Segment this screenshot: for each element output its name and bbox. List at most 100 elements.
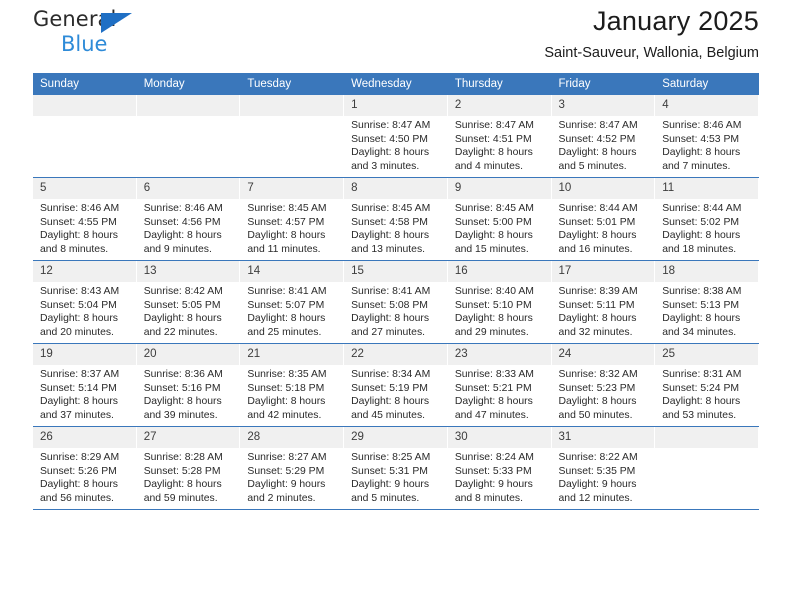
- calendar-day-cell[interactable]: 27 Sunrise: 8:28 AM Sunset: 5:28 PM Dayligh…: [136, 426, 241, 509]
- logo-triangle-icon: [101, 13, 132, 33]
- day-details: Sunrise: 8:39 AM Sunset: 5:11 PM Daylight:…: [552, 282, 656, 339]
- day-details: Sunrise: 8:31 AM Sunset: 5:24 PM Daylight:…: [655, 365, 759, 422]
- sunset-text: Sunset: 5:04 PM: [40, 299, 117, 311]
- day-number: 24: [551, 344, 656, 365]
- calendar-day-cell[interactable]: 25 Sunrise: 8:31 AM Sunset: 5:24 PM Dayligh…: [655, 343, 759, 427]
- daylight-text-line2: and 34 minutes.: [662, 326, 737, 338]
- daylight-text-line2: and 56 minutes.: [40, 492, 114, 504]
- calendar-day-cell[interactable]: 31 Sunrise: 8:22 AM Sunset: 5:35 PM Dayligh…: [551, 426, 656, 509]
- sunset-text: Sunset: 5:14 PM: [40, 382, 117, 394]
- weekday-header-saturday: Saturday: [655, 73, 759, 95]
- day-number: 8: [344, 178, 448, 199]
- calendar-day-cell[interactable]: 19 Sunrise: 8:37 AM Sunset: 5:14 PM Dayligh…: [33, 343, 137, 427]
- calendar-day-cell[interactable]: 1 Sunrise: 8:47 AM Sunset: 4:50 PM Daylight…: [344, 95, 448, 178]
- page-subtitle: Saint-Sauveur, Wallonia, Belgium: [544, 45, 759, 61]
- day-details: Sunrise: 8:45 AM Sunset: 5:00 PM Daylight:…: [448, 199, 552, 256]
- day-details: Sunrise: 8:32 AM Sunset: 5:23 PM Daylight:…: [552, 365, 656, 422]
- weekday-header-wednesday: Wednesday: [344, 73, 448, 95]
- day-details: Sunrise: 8:34 AM Sunset: 5:19 PM Daylight:…: [344, 365, 448, 422]
- calendar-day-cell[interactable]: 28 Sunrise: 8:27 AM Sunset: 5:29 PM Dayligh…: [240, 426, 345, 509]
- daylight-text-line1: Daylight: 8 hours: [351, 230, 430, 242]
- daylight-text-line2: and 4 minutes.: [454, 160, 523, 172]
- day-details: Sunrise: 8:45 AM Sunset: 4:57 PM Daylight:…: [240, 199, 344, 256]
- calendar-day-cell[interactable]: 2 Sunrise: 8:47 AM Sunset: 4:51 PM Daylight…: [447, 95, 552, 178]
- day-details: Sunrise: 8:29 AM Sunset: 5:26 PM Daylight:…: [33, 448, 137, 505]
- calendar-day-cell[interactable]: 5 Sunrise: 8:46 AM Sunset: 4:55 PM Daylight…: [33, 177, 137, 261]
- daylight-text-line1: Daylight: 8 hours: [40, 313, 118, 325]
- day-details: Sunrise: 8:27 AM Sunset: 5:29 PM Daylight:…: [240, 448, 344, 505]
- calendar-day-cell[interactable]: 30 Sunrise: 8:24 AM Sunset: 5:33 PM Dayligh…: [447, 426, 552, 509]
- day-details: Sunrise: 8:41 AM Sunset: 5:07 PM Daylight:…: [240, 282, 344, 339]
- calendar-day-cell[interactable]: 24 Sunrise: 8:32 AM Sunset: 5:23 PM Dayligh…: [551, 343, 656, 427]
- sunrise-text: Sunrise: 8:22 AM: [558, 452, 638, 463]
- calendar-day-cell[interactable]: 6 Sunrise: 8:46 AM Sunset: 4:56 PM Daylight…: [136, 177, 241, 261]
- day-number: 19: [33, 344, 137, 365]
- calendar-day-cell[interactable]: 20 Sunrise: 8:36 AM Sunset: 5:16 PM Dayligh…: [136, 343, 241, 427]
- daylight-text-line2: and 47 minutes.: [454, 409, 529, 421]
- sunrise-text: Sunrise: 8:38 AM: [662, 286, 742, 297]
- page-title: January 2025: [592, 6, 759, 36]
- calendar-day-cell-empty: [240, 95, 345, 178]
- calendar-day-cell[interactable]: 3 Sunrise: 8:47 AM Sunset: 4:52 PM Daylight…: [551, 95, 656, 178]
- calendar-day-cell[interactable]: 29 Sunrise: 8:25 AM Sunset: 5:31 PM Dayligh…: [344, 426, 448, 509]
- sunrise-text: Sunrise: 8:41 AM: [247, 286, 327, 297]
- sunrise-text: Sunrise: 8:31 AM: [662, 369, 742, 380]
- sunset-text: Sunset: 4:52 PM: [558, 133, 636, 145]
- day-details: Sunrise: 8:41 AM Sunset: 5:08 PM Daylight:…: [344, 282, 448, 339]
- calendar-day-cell[interactable]: 21 Sunrise: 8:35 AM Sunset: 5:18 PM Dayligh…: [240, 343, 345, 427]
- daylight-text-line2: and 5 minutes.: [558, 160, 627, 172]
- day-details: Sunrise: 8:35 AM Sunset: 5:18 PM Daylight:…: [240, 365, 344, 422]
- daylight-text-line1: Daylight: 8 hours: [247, 396, 326, 408]
- sunrise-text: Sunrise: 8:45 AM: [351, 203, 431, 214]
- day-details: Sunrise: 8:46 AM Sunset: 4:55 PM Daylight:…: [33, 199, 137, 256]
- daylight-text-line2: and 8 minutes.: [454, 492, 523, 504]
- calendar-day-cell[interactable]: 14 Sunrise: 8:41 AM Sunset: 5:07 PM Dayligh…: [240, 260, 345, 344]
- sunset-text: Sunset: 5:01 PM: [558, 216, 636, 228]
- calendar-week-row: 12 Sunrise: 8:43 AM Sunset: 5:04 PM Dayligh…: [33, 260, 759, 344]
- day-number: 13: [136, 261, 241, 282]
- sunrise-text: Sunrise: 8:44 AM: [558, 203, 638, 214]
- daylight-text-line1: Daylight: 8 hours: [454, 147, 533, 159]
- general-blue-logo[interactable]: General Blue: [33, 7, 153, 59]
- calendar-day-cell[interactable]: 16 Sunrise: 8:40 AM Sunset: 5:10 PM Dayligh…: [447, 260, 552, 344]
- day-number: 18: [655, 261, 759, 282]
- sunrise-text: Sunrise: 8:28 AM: [143, 452, 223, 463]
- sunrise-text: Sunrise: 8:41 AM: [351, 286, 431, 297]
- daylight-text-line2: and 25 minutes.: [247, 326, 322, 338]
- calendar-day-cell[interactable]: 7 Sunrise: 8:45 AM Sunset: 4:57 PM Daylight…: [240, 177, 345, 261]
- daylight-text-line2: and 18 minutes.: [662, 243, 737, 255]
- daylight-text-line2: and 11 minutes.: [247, 243, 321, 255]
- day-number: 15: [344, 261, 448, 282]
- calendar-day-cell[interactable]: 4 Sunrise: 8:46 AM Sunset: 4:53 PM Daylight…: [655, 95, 759, 178]
- calendar-day-cell[interactable]: 15 Sunrise: 8:41 AM Sunset: 5:08 PM Dayligh…: [344, 260, 448, 344]
- calendar-day-cell[interactable]: 17 Sunrise: 8:39 AM Sunset: 5:11 PM Dayligh…: [551, 260, 656, 344]
- weekday-header-tuesday: Tuesday: [240, 73, 345, 95]
- calendar-day-cell[interactable]: 9 Sunrise: 8:45 AM Sunset: 5:00 PM Daylight…: [447, 177, 552, 261]
- calendar-day-cell[interactable]: 11 Sunrise: 8:44 AM Sunset: 5:02 PM Dayligh…: [655, 177, 759, 261]
- calendar-day-cell[interactable]: 13 Sunrise: 8:42 AM Sunset: 5:05 PM Dayligh…: [136, 260, 241, 344]
- calendar-day-cell-empty: [655, 426, 759, 509]
- daylight-text-line1: Daylight: 9 hours: [351, 479, 430, 491]
- calendar-day-cell[interactable]: 22 Sunrise: 8:34 AM Sunset: 5:19 PM Dayligh…: [344, 343, 448, 427]
- calendar-day-cell[interactable]: 8 Sunrise: 8:45 AM Sunset: 4:58 PM Daylight…: [344, 177, 448, 261]
- calendar-day-cell[interactable]: 10 Sunrise: 8:44 AM Sunset: 5:01 PM Dayligh…: [551, 177, 656, 261]
- sunrise-text: Sunrise: 8:47 AM: [351, 120, 431, 131]
- daylight-text-line1: Daylight: 8 hours: [558, 313, 637, 325]
- calendar-day-cell[interactable]: 12 Sunrise: 8:43 AM Sunset: 5:04 PM Dayligh…: [33, 260, 137, 344]
- weekday-header-monday: Monday: [136, 73, 241, 95]
- daylight-text-line1: Daylight: 9 hours: [247, 479, 326, 491]
- day-details: Sunrise: 8:44 AM Sunset: 5:02 PM Daylight:…: [655, 199, 759, 256]
- calendar-day-cell[interactable]: 23 Sunrise: 8:33 AM Sunset: 5:21 PM Dayligh…: [447, 343, 552, 427]
- calendar-day-cell[interactable]: 26 Sunrise: 8:29 AM Sunset: 5:26 PM Dayligh…: [33, 426, 137, 509]
- sunrise-text: Sunrise: 8:42 AM: [143, 286, 223, 297]
- day-number: 25: [655, 344, 759, 365]
- page-header: General Blue January 2025 Saint-Sauveur,…: [33, 0, 759, 73]
- daylight-text-line1: Daylight: 8 hours: [143, 479, 222, 491]
- day-details: Sunrise: 8:46 AM Sunset: 4:53 PM Daylight:…: [655, 116, 759, 173]
- day-details: Sunrise: 8:22 AM Sunset: 5:35 PM Daylight:…: [552, 448, 656, 505]
- day-number: 27: [136, 427, 241, 448]
- daylight-text-line1: Daylight: 9 hours: [558, 479, 637, 491]
- sunrise-text: Sunrise: 8:47 AM: [454, 120, 534, 131]
- day-number: 11: [655, 178, 759, 199]
- calendar-day-cell[interactable]: 18 Sunrise: 8:38 AM Sunset: 5:13 PM Dayligh…: [655, 260, 759, 344]
